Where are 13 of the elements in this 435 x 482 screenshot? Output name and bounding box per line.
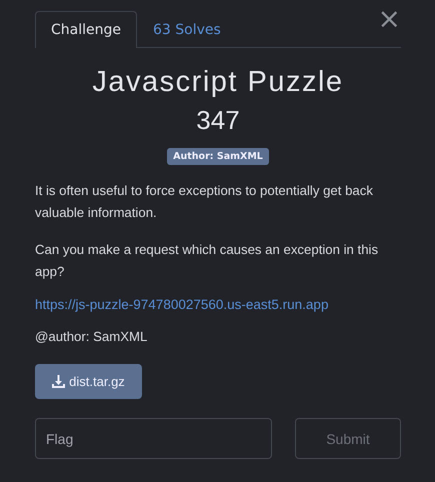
close-button[interactable]: × [374, 4, 405, 34]
description-text: It is often useful to force exceptions to potentially get back valuable information. [35, 182, 374, 222]
challenge-title: Javascript Puzzle [91, 66, 345, 99]
tab[interactable]: 63 Solves [137, 11, 237, 48]
tab[interactable]: Challenge [35, 11, 137, 48]
download-icon [52, 375, 66, 388]
flag-field[interactable]: Flag [35, 418, 272, 459]
download-button[interactable]: dist.tar.gz [35, 364, 142, 399]
description-text: Can you make a request which causes an exception in this app? [35, 241, 380, 281]
author-text: @author: SamXML [35, 328, 148, 346]
points: 347 [195, 105, 241, 136]
challenge-link[interactable]: https://js-puzzle-974780027560.us-east5.run.app [35, 297, 401, 312]
author-badge: Author: SamXML [167, 148, 269, 165]
